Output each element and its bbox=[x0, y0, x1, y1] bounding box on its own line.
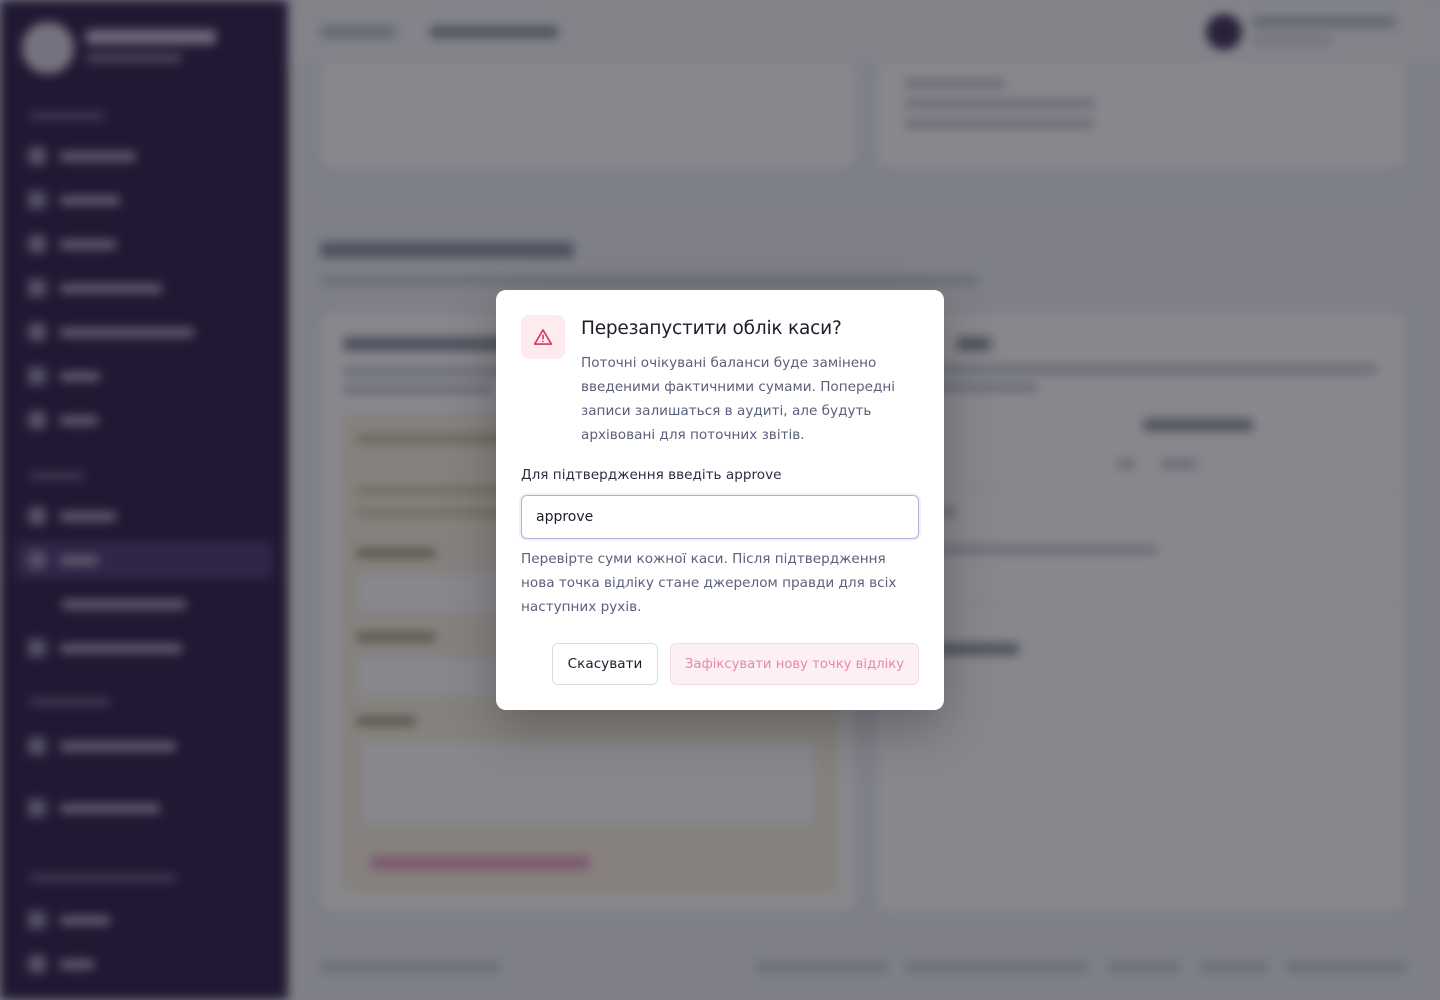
warning-icon-badge bbox=[521, 315, 565, 359]
cancel-button[interactable]: Скасувати bbox=[552, 643, 658, 685]
confirm-input[interactable] bbox=[521, 495, 919, 539]
confirm-input-label: Для підтвердження введіть approve bbox=[521, 467, 782, 483]
dialog-title: Перезапустити облік каси? bbox=[581, 318, 842, 339]
dialog-description: Поточні очікувані баланси буде замінено … bbox=[581, 355, 896, 443]
dialog-help-text: Перевірте суми кожної каси. Після підтве… bbox=[521, 551, 897, 615]
warning-triangle-icon bbox=[533, 329, 553, 345]
reset-cash-dialog: Перезапустити облік каси? Поточні очікув… bbox=[496, 290, 944, 710]
confirm-reset-button[interactable]: Зафіксувати нову точку відліку bbox=[670, 643, 919, 685]
